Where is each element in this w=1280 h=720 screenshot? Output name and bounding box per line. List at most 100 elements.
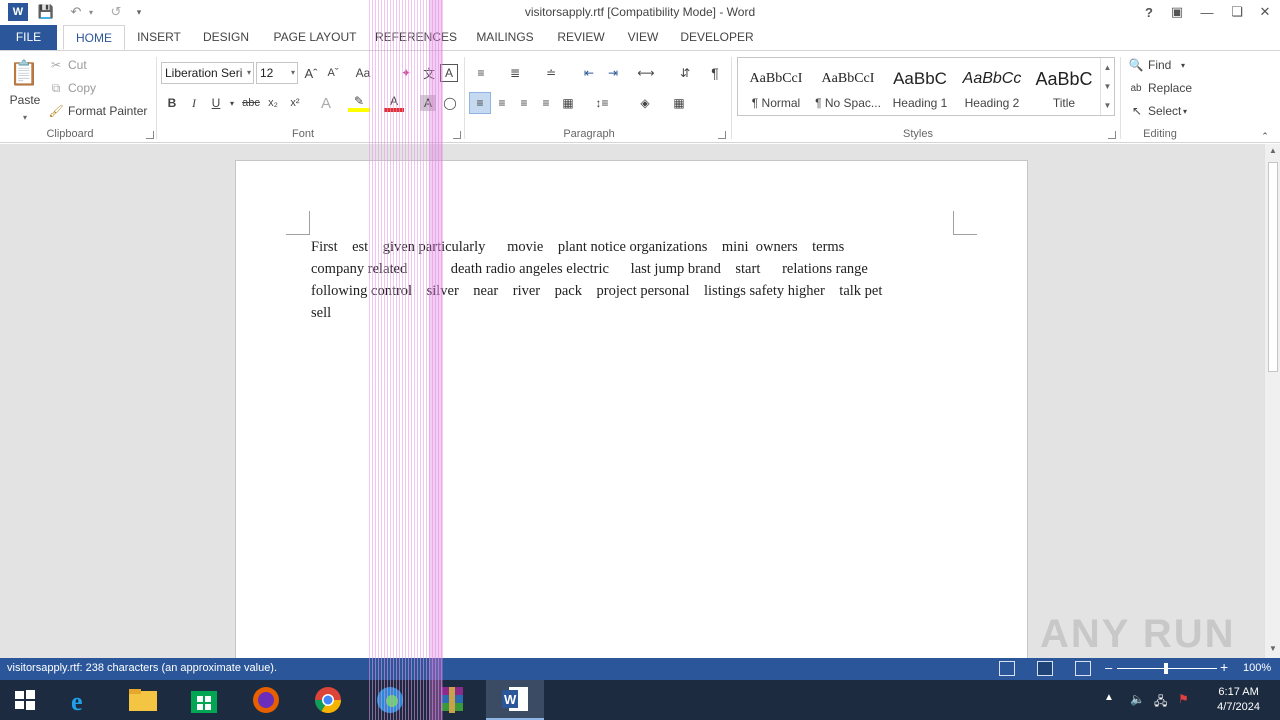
clear-formatting-icon[interactable]: ✦: [396, 62, 416, 84]
document-body[interactable]: First est given particularly movie plant…: [311, 236, 951, 324]
character-shading-icon[interactable]: A: [420, 95, 436, 111]
style-title[interactable]: AaBbC Title: [1028, 58, 1100, 115]
replace-button[interactable]: Replace: [1148, 77, 1192, 99]
paste-dropdown-icon[interactable]: ▾: [18, 106, 32, 128]
find-button[interactable]: Find: [1148, 54, 1171, 76]
tab-references[interactable]: REFERENCES: [372, 25, 460, 50]
style-normal[interactable]: AaBbCcI ¶ Normal: [740, 58, 812, 115]
ribbon-display-options-icon[interactable]: ▣: [1166, 2, 1188, 22]
tab-view[interactable]: VIEW: [620, 25, 666, 50]
font-size-combo[interactable]: 12 ▾: [256, 62, 298, 84]
italic-button[interactable]: I: [186, 92, 202, 114]
zoom-level[interactable]: 100%: [1243, 662, 1271, 674]
clipboard-launcher-icon[interactable]: [146, 131, 154, 139]
font-launcher-icon[interactable]: [453, 131, 461, 139]
paste-icon[interactable]: 📋: [8, 56, 40, 90]
text-effects-icon[interactable]: A: [316, 92, 336, 114]
bold-button[interactable]: B: [164, 92, 180, 114]
show-paragraph-marks-icon[interactable]: ¶: [704, 62, 726, 84]
select-dropdown-icon[interactable]: ▾: [1180, 100, 1190, 122]
scroll-thumb[interactable]: [1268, 162, 1278, 372]
action-center-icon[interactable]: ⚑: [1178, 692, 1189, 706]
file-explorer-icon[interactable]: [114, 680, 172, 720]
line-spacing-icon[interactable]: ↕≡: [588, 92, 616, 114]
cut-button[interactable]: Cut: [68, 54, 87, 76]
clock[interactable]: 6:17 AM 4/7/2024: [1217, 685, 1260, 715]
enclose-characters-icon[interactable]: ◯: [441, 92, 459, 114]
multilevel-list-icon[interactable]: ≐: [538, 62, 564, 84]
more-styles-icon[interactable]: ▼: [1101, 96, 1114, 115]
sort-icon[interactable]: ⇵: [674, 62, 696, 84]
paragraph-launcher-icon[interactable]: [718, 131, 726, 139]
volume-icon[interactable]: 🔈: [1130, 692, 1145, 706]
distributed-icon[interactable]: ▦: [558, 92, 578, 114]
decrease-indent-icon[interactable]: ⇤: [578, 62, 600, 84]
read-mode-icon[interactable]: [999, 661, 1015, 676]
edge-icon[interactable]: [361, 680, 419, 720]
tab-developer[interactable]: DEVELOPER: [676, 25, 758, 50]
increase-indent-icon[interactable]: ⇥: [602, 62, 624, 84]
tab-home[interactable]: HOME: [63, 25, 125, 50]
internet-explorer-icon[interactable]: e: [52, 680, 110, 720]
winrar-icon[interactable]: [423, 680, 481, 720]
scroll-up-icon[interactable]: ▲: [1267, 146, 1279, 158]
shading-icon[interactable]: ◈: [630, 92, 660, 114]
strikethrough-button[interactable]: abc: [240, 92, 262, 114]
superscript-button[interactable]: x²: [286, 92, 304, 114]
borders-icon[interactable]: ▦: [664, 92, 694, 114]
styles-launcher-icon[interactable]: [1108, 131, 1116, 139]
zoom-out-icon[interactable]: –: [1105, 660, 1112, 675]
tab-design[interactable]: DESIGN: [196, 25, 256, 50]
network-icon[interactable]: 🖧: [1154, 692, 1167, 713]
format-painter-button[interactable]: Format Painter: [68, 100, 147, 122]
justify-icon[interactable]: ≡: [536, 92, 556, 114]
styles-gallery[interactable]: AaBbCcI ¶ Normal AaBbCcI ¶ No Spac... Aa…: [737, 57, 1115, 116]
tab-page-layout[interactable]: PAGE LAYOUT: [266, 25, 364, 50]
zoom-in-icon[interactable]: +: [1220, 659, 1228, 675]
tab-file[interactable]: FILE: [0, 25, 57, 50]
bullets-icon[interactable]: ≡: [470, 62, 492, 84]
document-area[interactable]: First est given particularly movie plant…: [0, 144, 1264, 658]
text-direction-icon[interactable]: ⟷: [632, 62, 660, 84]
store-icon[interactable]: [175, 680, 233, 720]
align-right-icon[interactable]: ≡: [514, 92, 534, 114]
underline-button[interactable]: U: [208, 92, 224, 114]
zoom-slider-thumb[interactable]: [1164, 663, 1168, 674]
subscript-button[interactable]: x₂: [264, 92, 282, 114]
help-icon[interactable]: ?: [1138, 2, 1160, 22]
highlight-color-icon[interactable]: ✎: [348, 94, 370, 112]
style-heading-1[interactable]: AaBbC Heading 1: [884, 58, 956, 115]
find-dropdown-icon[interactable]: ▾: [1178, 54, 1188, 76]
print-layout-icon[interactable]: [1037, 661, 1053, 676]
copy-button[interactable]: Copy: [68, 77, 96, 99]
styles-scroll[interactable]: ▲ ▼ ▼: [1100, 58, 1114, 115]
close-icon[interactable]: ✕: [1254, 2, 1276, 22]
style-heading-2[interactable]: AaBbCc Heading 2: [956, 58, 1028, 115]
minimize-icon[interactable]: —: [1196, 2, 1218, 22]
font-color-icon[interactable]: A: [384, 94, 404, 112]
show-hidden-icons-icon[interactable]: ▲: [1104, 692, 1114, 703]
chrome-icon[interactable]: [299, 680, 357, 720]
web-layout-icon[interactable]: [1075, 661, 1091, 676]
word-taskbar-icon[interactable]: W: [486, 680, 544, 720]
chevron-down-icon[interactable]: ▼: [1101, 77, 1114, 96]
document-page[interactable]: First est given particularly movie plant…: [235, 160, 1028, 658]
chevron-up-icon[interactable]: ▲: [1101, 58, 1114, 77]
font-name-combo[interactable]: Liberation Seri ▾: [161, 62, 254, 84]
restore-icon[interactable]: ❏: [1226, 2, 1248, 22]
tab-insert[interactable]: INSERT: [130, 25, 188, 50]
vertical-scrollbar[interactable]: ▲ ▼: [1264, 144, 1280, 658]
scroll-down-icon[interactable]: ▼: [1267, 644, 1279, 656]
change-case-button[interactable]: Aa: [352, 62, 374, 84]
phonetic-guide-icon[interactable]: 文: [419, 62, 439, 84]
align-left-icon[interactable]: ≡: [469, 92, 491, 114]
underline-dropdown-icon[interactable]: ▾: [228, 92, 236, 114]
style-no-spacing[interactable]: AaBbCcI ¶ No Spac...: [812, 58, 884, 115]
grow-font-icon[interactable]: Aˆ: [302, 62, 320, 84]
select-button[interactable]: Select: [1148, 100, 1181, 122]
start-button[interactable]: [0, 680, 50, 720]
tab-review[interactable]: REVIEW: [551, 25, 611, 50]
tab-mailings[interactable]: MAILINGS: [468, 25, 542, 50]
firefox-icon[interactable]: [237, 680, 295, 720]
numbering-icon[interactable]: ≣: [504, 62, 526, 84]
